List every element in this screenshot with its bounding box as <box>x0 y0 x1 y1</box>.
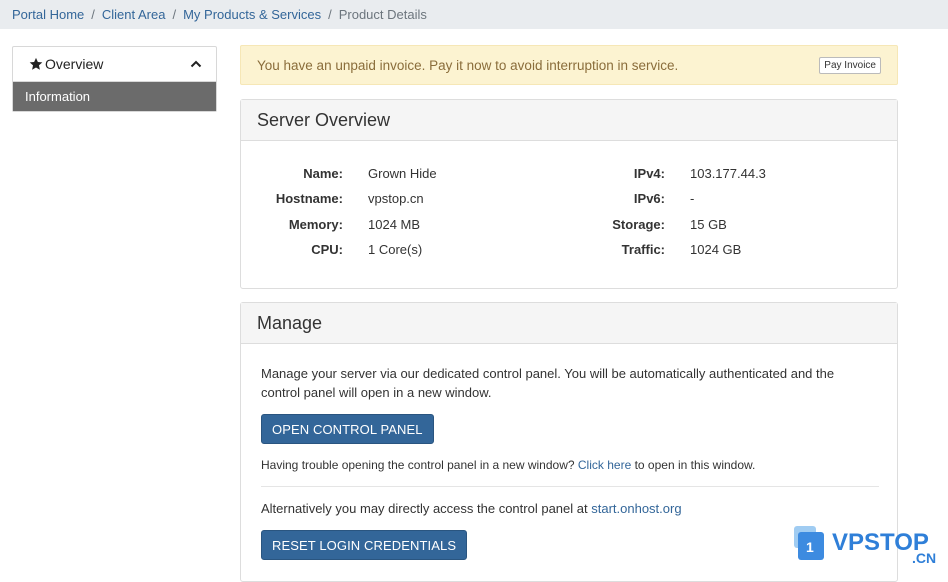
watermark-suffix: .CN <box>912 550 936 566</box>
sidebar-panel: Overview Information <box>12 46 217 112</box>
hostname-label: Hostname: <box>275 191 343 206</box>
sidebar-item-information[interactable]: Information <box>13 82 216 111</box>
breadcrumb-current: Product Details <box>338 7 427 22</box>
star-icon <box>29 57 43 70</box>
breadcrumb-separator: / <box>328 7 332 22</box>
panel-title: Manage <box>241 303 897 344</box>
panel-title: Server Overview <box>241 100 897 141</box>
trouble-suffix: to open in this window. <box>634 458 756 472</box>
breadcrumb-separator: / <box>172 7 177 22</box>
ipv4-label: IPv4: <box>633 166 665 181</box>
open-control-panel-button[interactable]: OPEN CONTROL PANEL <box>261 414 434 444</box>
trouble-text: Having trouble opening the control panel… <box>261 458 877 472</box>
breadcrumb: Portal Home / Client Area / My Products … <box>0 7 427 22</box>
unpaid-invoice-alert: You have an unpaid invoice. Pay it now t… <box>240 45 898 85</box>
breadcrumb-portal-home[interactable]: Portal Home <box>12 7 84 22</box>
server-info-grid: Name: Grown Hide Hostname: vpstop.cn Mem… <box>241 141 897 289</box>
reset-login-credentials-button[interactable]: RESET LOGIN CREDENTIALS <box>261 530 468 560</box>
sidebar-title-label: Overview <box>45 56 104 72</box>
divider <box>261 486 879 487</box>
cpu-label: CPU: <box>311 242 343 257</box>
click-here-link[interactable]: Click here <box>578 458 631 472</box>
storage-label: Storage: <box>612 217 665 232</box>
pay-invoice-button[interactable]: Pay Invoice <box>819 56 881 74</box>
vpstop-logo: 1 VPSTOP .CN <box>794 526 936 566</box>
control-panel-url-link[interactable]: start.onhost.org <box>591 501 681 516</box>
hostname-value: vpstop.cn <box>368 191 424 206</box>
memory-value: 1024 MB <box>368 217 421 232</box>
name-label: Name: <box>303 166 343 181</box>
vpstop-watermark: 1 VPSTOP .CN <box>792 520 942 566</box>
ipv6-value: - <box>690 191 695 206</box>
storage-value: 15 GB <box>690 217 727 232</box>
breadcrumb-bar: Portal Home / Client Area / My Products … <box>0 0 948 29</box>
ipv6-label: IPv6: <box>633 191 665 206</box>
traffic-value: 1024 GB <box>690 242 742 257</box>
memory-label: Memory: <box>288 217 343 232</box>
alert-text: You have an unpaid invoice. Pay it now t… <box>257 57 679 73</box>
traffic-label: Traffic: <box>621 242 665 257</box>
server-overview-panel: Server Overview Name: Grown Hide Hostnam… <box>240 99 898 289</box>
alt-prefix: Alternatively you may directly access th… <box>261 501 588 516</box>
cpu-value: 1 Core(s) <box>368 242 423 257</box>
breadcrumb-products-services[interactable]: My Products & Services <box>183 7 321 22</box>
watermark-badge: 1 <box>806 539 814 555</box>
alternative-access-text: Alternatively you may directly access th… <box>261 501 877 516</box>
sidebar-title: Overview <box>29 56 103 72</box>
name-value: Grown Hide <box>368 166 437 181</box>
ipv4-value: 103.177.44.3 <box>690 166 766 181</box>
trouble-prefix: Having trouble opening the control panel… <box>261 458 575 472</box>
manage-description: Manage your server via our dedicated con… <box>261 366 835 400</box>
chevron-up-icon[interactable] <box>190 58 202 70</box>
sidebar-item-label: Information <box>25 89 91 104</box>
breadcrumb-separator: / <box>91 7 95 22</box>
sidebar-header-overview[interactable]: Overview <box>13 47 216 82</box>
breadcrumb-client-area[interactable]: Client Area <box>102 7 166 22</box>
